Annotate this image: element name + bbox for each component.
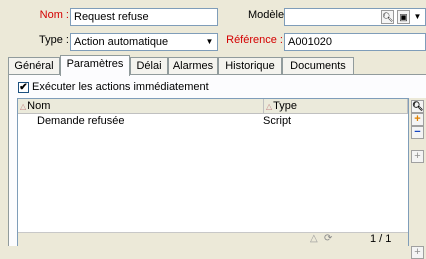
search-icon[interactable]: 🔍︎ <box>381 10 394 24</box>
sort-icon[interactable]: △ <box>310 233 318 244</box>
modele-field[interactable]: 🔍︎ ▣ ▼ <box>284 8 426 26</box>
refresh-icon[interactable]: ⟳ <box>324 233 332 244</box>
add-icon[interactable]: + <box>411 113 424 126</box>
search-icon[interactable]: 🔍︎ <box>411 100 424 113</box>
add-icon[interactable]: + <box>411 150 424 163</box>
column-header-nom-label: Nom <box>27 100 51 112</box>
zoom-icon[interactable]: ▣ <box>397 10 410 24</box>
column-header-nom[interactable]: △Nom <box>18 99 264 114</box>
type-value: Action automatique <box>74 36 169 48</box>
page-indicator: 1 / 1 <box>370 233 392 245</box>
type-select[interactable]: Action automatique ▼ <box>70 33 218 51</box>
column-header-type-label: Type <box>273 100 298 112</box>
table-row-type[interactable]: Script <box>263 115 291 127</box>
tab-general[interactable]: Général <box>8 57 60 75</box>
remove-icon[interactable]: − <box>411 126 424 139</box>
reference-label: Référence : <box>226 34 283 46</box>
tab-historique[interactable]: Historique <box>218 57 282 75</box>
nom-label: Nom : <box>39 9 69 21</box>
modele-label: Modèle : <box>248 9 291 21</box>
sort-icon: △ <box>20 102 27 111</box>
actions-list[interactable]: △Nom △Type Demande refusée Script <box>17 98 409 246</box>
reference-field[interactable]: A001020 <box>284 33 426 51</box>
sort-icon: △ <box>266 102 273 111</box>
chevron-down-icon[interactable]: ▼ <box>410 9 425 25</box>
status-bar: △ ⟳ 1 / 1 <box>18 232 408 247</box>
execute-checkbox[interactable]: ✔ <box>18 82 29 93</box>
add-icon[interactable]: + <box>411 246 424 259</box>
list-toolbar: 🔍︎ + − + + <box>409 98 426 259</box>
execute-label: Exécuter les actions immédiatement <box>32 81 209 93</box>
type-label: Type : <box>39 34 69 46</box>
chevron-down-icon[interactable]: ▼ <box>202 34 217 50</box>
column-header-type[interactable]: △Type <box>264 99 408 114</box>
tab-parametres[interactable]: Paramètres <box>60 55 130 76</box>
table-row-nom[interactable]: Demande refusée <box>37 115 124 127</box>
nom-field[interactable]: Request refuse <box>70 8 218 26</box>
tab-alarmes[interactable]: Alarmes <box>168 57 218 75</box>
tab-documents[interactable]: Documents <box>282 57 354 75</box>
tab-delai[interactable]: Délai <box>130 57 168 75</box>
